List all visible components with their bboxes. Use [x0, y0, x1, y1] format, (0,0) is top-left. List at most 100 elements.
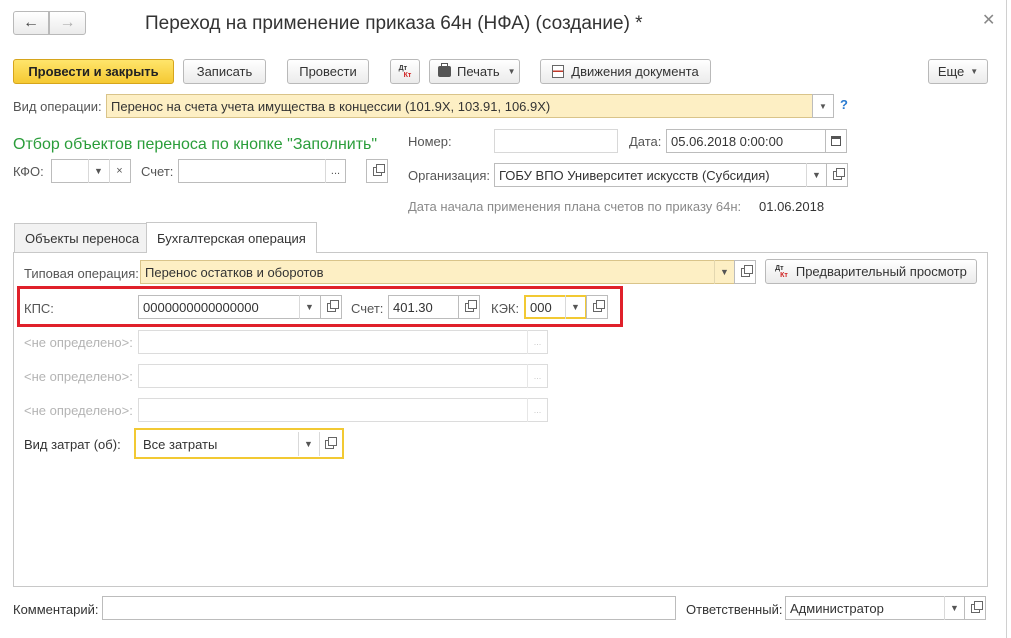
post-button[interactable]: Провести — [287, 59, 369, 84]
active-tab-cover — [147, 251, 316, 253]
organization-open[interactable] — [826, 163, 848, 187]
operation-type-label: Вид операции: — [13, 99, 102, 114]
dt-kt-icon: Дт Кт — [398, 64, 412, 79]
account-open[interactable] — [458, 295, 480, 319]
operation-type-dropdown[interactable]: ▼ — [812, 94, 834, 118]
arrow-right-icon: → — [59, 14, 76, 31]
chevron-down-icon: ▼ — [720, 267, 729, 277]
kps-open[interactable] — [320, 295, 342, 319]
more-button[interactable]: Еще ▼ — [928, 59, 988, 84]
undefined-label-1: <не определено>: — [24, 335, 133, 350]
print-button[interactable]: Печать ▼ — [429, 59, 520, 84]
kek-label: КЭК: — [491, 301, 520, 316]
typical-operation-open[interactable] — [734, 260, 756, 284]
tab-transfer-objects[interactable]: Объекты переноса — [14, 223, 151, 253]
typical-operation-field[interactable]: Перенос остатков и оборотов — [140, 260, 736, 284]
post-and-close-button[interactable]: Провести и закрыть — [13, 59, 174, 84]
filter-account-label: Счет: — [141, 164, 174, 179]
undefined-field-1 — [138, 330, 548, 354]
close-icon[interactable]: ✕ — [982, 10, 995, 30]
date-label: Дата: — [629, 134, 662, 149]
movements-label: Движения документа — [571, 64, 699, 79]
number-field[interactable] — [494, 129, 618, 153]
ellipsis-icon: ... — [533, 405, 542, 415]
organization-label: Организация: — [408, 168, 491, 183]
undefined-select-3: ... — [527, 398, 547, 422]
cost-type-label: Вид затрат (об): — [24, 437, 121, 452]
kps-dropdown[interactable]: ▼ — [299, 295, 319, 319]
responsible-open[interactable] — [964, 596, 986, 620]
forward-button[interactable]: → — [49, 11, 86, 35]
kek-open[interactable] — [586, 295, 608, 319]
open-icon — [325, 436, 337, 449]
more-label: Еще — [937, 64, 965, 79]
undefined-label-3: <не определено>: — [24, 403, 133, 418]
operation-type-field[interactable]: Перенос на счета учета имущества в конце… — [106, 94, 813, 118]
calendar-button[interactable] — [825, 129, 847, 153]
cost-type-open[interactable] — [319, 432, 339, 456]
undefined-select-2: ... — [527, 364, 547, 388]
undefined-field-3 — [138, 398, 548, 422]
cost-type-field[interactable]: Все затраты — [138, 432, 320, 456]
undefined-label-2: <не определено>: — [24, 369, 133, 384]
responsible-field[interactable]: Администратор — [785, 596, 965, 620]
back-button[interactable]: ← — [13, 11, 49, 35]
chevron-down-icon: ▼ — [507, 67, 516, 76]
ellipsis-icon: ... — [330, 165, 341, 177]
kfo-label: КФО: — [13, 164, 44, 179]
open-icon — [740, 264, 753, 277]
chevron-down-icon: ▼ — [304, 439, 313, 449]
filter-account-field[interactable] — [178, 159, 346, 183]
chevron-down-icon: ▼ — [950, 603, 959, 613]
date-field[interactable]: 05.06.2018 0:00:00 — [666, 129, 826, 153]
filter-caption: Отбор объектов переноса по кнопке "Запол… — [13, 136, 378, 153]
kek-dropdown[interactable]: ▼ — [565, 295, 585, 319]
chevron-down-icon: ▼ — [305, 302, 314, 312]
comment-field[interactable] — [102, 596, 676, 620]
print-label: Печать — [457, 64, 500, 79]
account-label: Счет: — [351, 301, 384, 316]
tab-label: Бухгалтерская операция — [157, 230, 306, 246]
tab-label: Объекты переноса — [25, 231, 140, 246]
dt-kt-icon: Дт Кт — [775, 264, 788, 279]
preview-label: Предварительный просмотр — [795, 264, 967, 279]
help-icon[interactable]: ? — [840, 97, 848, 112]
open-icon — [592, 299, 605, 312]
kfo-dropdown[interactable]: ▼ — [88, 159, 108, 183]
preview-button[interactable]: Дт Кт Предварительный просмотр — [765, 259, 977, 284]
kfo-clear[interactable]: × — [109, 159, 129, 183]
arrow-left-icon: ← — [23, 14, 39, 31]
printer-icon — [438, 63, 451, 77]
window-right-edge — [1006, 0, 1007, 638]
filter-account-open[interactable] — [366, 159, 388, 183]
undefined-select-1: ... — [527, 330, 547, 354]
chevron-down-icon: ▼ — [970, 67, 979, 76]
cost-type-dropdown[interactable]: ▼ — [298, 432, 318, 456]
number-label: Номер: — [408, 134, 452, 149]
open-icon — [970, 600, 983, 613]
chevron-down-icon: ▼ — [819, 101, 827, 111]
chevron-down-icon: ▼ — [571, 302, 580, 312]
tab-accounting-operation[interactable]: Бухгалтерская операция — [146, 222, 317, 253]
account-field[interactable]: 401.30 — [388, 295, 459, 319]
kps-field[interactable]: 0000000000000000 — [138, 295, 321, 319]
chevron-down-icon: ▼ — [94, 166, 103, 176]
typical-operation-dropdown[interactable]: ▼ — [714, 260, 734, 284]
kps-label: КПС: — [24, 301, 54, 316]
open-icon — [326, 299, 339, 312]
open-icon — [464, 299, 477, 312]
movements-icon — [552, 65, 565, 78]
filter-account-select[interactable]: ... — [325, 159, 345, 183]
comment-label: Комментарий: — [13, 602, 99, 617]
responsible-label: Ответственный: — [686, 602, 783, 617]
responsible-dropdown[interactable]: ▼ — [944, 596, 964, 620]
ellipsis-icon: ... — [533, 371, 542, 381]
undefined-field-2 — [138, 364, 548, 388]
typical-operation-label: Типовая операция: — [24, 266, 139, 281]
chevron-down-icon: ▼ — [812, 170, 821, 180]
document-movements-button[interactable]: Движения документа — [540, 59, 711, 84]
dt-kt-button[interactable]: Дт Кт — [390, 59, 420, 84]
organization-dropdown[interactable]: ▼ — [806, 163, 826, 187]
save-button[interactable]: Записать — [183, 59, 266, 84]
organization-field[interactable]: ГОБУ ВПО Университет искусств (Субсидия) — [494, 163, 827, 187]
